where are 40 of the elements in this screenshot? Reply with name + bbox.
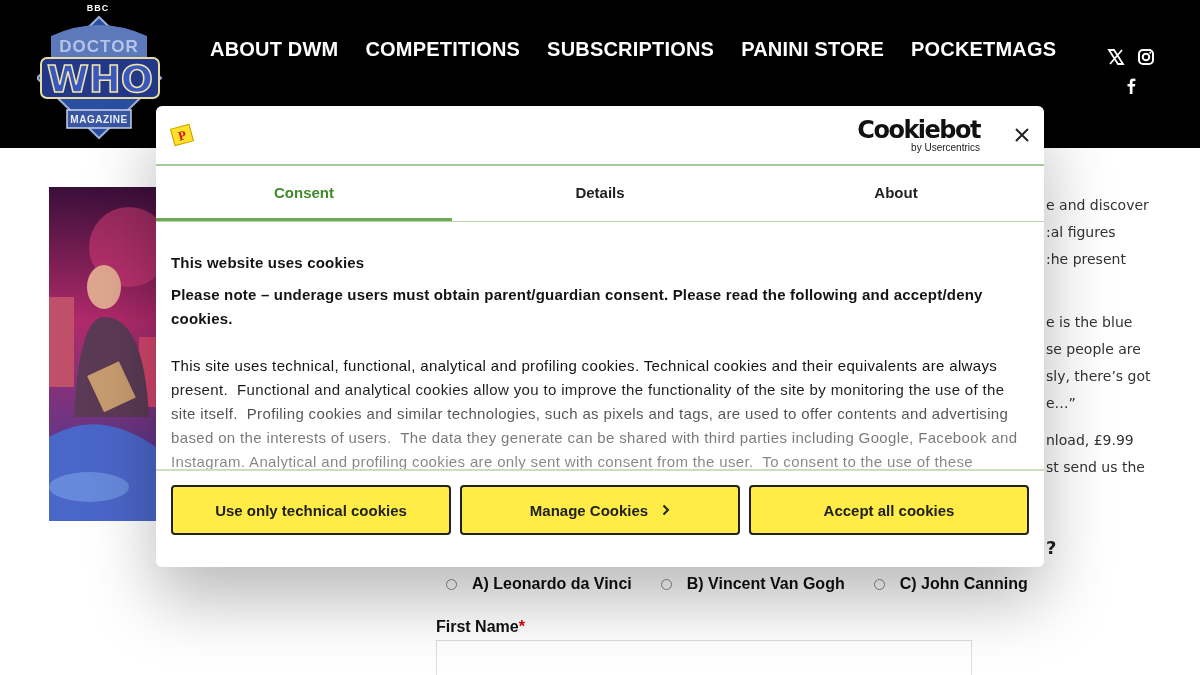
article-text: nload, £9.99 [1046, 431, 1135, 450]
brand-logo-text: Cookiebot [857, 117, 980, 142]
consent-button[interactable]: Use only technical cookies [171, 485, 451, 535]
logo-text: DOCTOR [59, 37, 139, 56]
radio-button[interactable] [873, 578, 885, 590]
site-logo: P [170, 123, 194, 147]
option-label: A) Leonardo da Vinci [472, 575, 632, 593]
nav-link[interactable]: PANINI STORE [741, 38, 884, 61]
nav-link[interactable]: COMPETITIONS [365, 38, 521, 61]
nav-link[interactable]: ABOUT DWM [210, 38, 339, 61]
radio-button[interactable] [660, 578, 672, 590]
consent-button[interactable]: Accept all cookies [749, 485, 1029, 535]
chevron-right-icon [662, 504, 671, 516]
article-text: sly, there’s got [1046, 367, 1151, 386]
input-field[interactable] [436, 640, 972, 675]
consent-button[interactable]: Manage Cookies [460, 485, 740, 535]
tab[interactable]: Consent [156, 166, 452, 221]
option-label: C) John Canning [899, 575, 1028, 593]
nav-link[interactable]: POCKETMAGS [910, 38, 1057, 61]
article-text: e…” [1046, 394, 1077, 413]
logo-text: MAGAZINE [70, 114, 128, 125]
article-text: se people are [1046, 340, 1142, 359]
logo-text: WHO [47, 57, 153, 101]
article-text: :he present [1046, 250, 1127, 269]
brand-subtitle: by Usercentrics [911, 141, 980, 153]
article-text: st send us the [1046, 458, 1146, 477]
article-text: :al figures [1046, 223, 1117, 242]
field-label: First Name* [436, 618, 526, 636]
notice-text: Please note – underage users must obtain parent/guardian consent. Please read the following and accept/deny cookies. [171, 285, 984, 329]
article-text: e is the blue [1046, 313, 1134, 332]
x-logo-icon[interactable] [1107, 48, 1125, 66]
logo-text: BBC [86, 2, 110, 13]
radio-button[interactable] [446, 578, 457, 590]
nav-link[interactable]: SUBSCRIPTIONS [547, 38, 715, 61]
instagram-icon[interactable] [1137, 48, 1155, 66]
question-text: ? [1046, 537, 1058, 558]
dialog-heading: This website uses cookies [171, 253, 366, 273]
article-text: e and discover [1046, 196, 1150, 215]
option-label: B) Vincent Van Gogh [686, 575, 845, 593]
close-icon[interactable] [1014, 127, 1030, 143]
